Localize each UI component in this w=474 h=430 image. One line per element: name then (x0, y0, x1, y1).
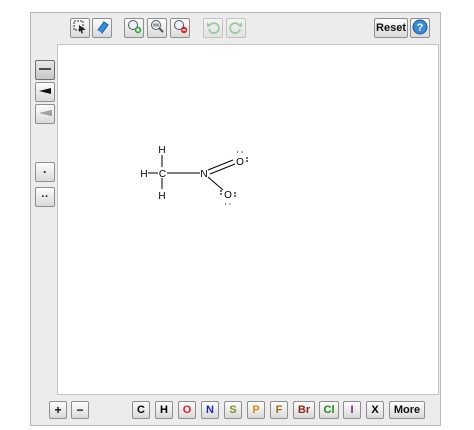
element-x-button[interactable]: X (366, 401, 384, 419)
atom-o-bottom[interactable]: O (224, 190, 232, 201)
element-f-button[interactable]: F (270, 401, 288, 419)
atom-c[interactable]: C (159, 169, 166, 180)
eraser-icon (95, 20, 109, 37)
single-bond-icon (38, 64, 52, 77)
decrease-charge-button[interactable]: − (71, 401, 89, 419)
bottom-toolbar: + − C H O N S P F Br Cl I X More (31, 395, 440, 425)
lone-pair-dot (220, 190, 222, 192)
lone-pair-label: ·· (41, 191, 49, 203)
arrow-cursor-icon (73, 20, 87, 37)
help-label: ? (417, 22, 424, 34)
bond-n-o-single[interactable] (207, 176, 224, 191)
lone-pair-o-top: : (234, 151, 245, 154)
element-label: F (275, 404, 283, 416)
bond-n-o-double-b[interactable] (209, 163, 236, 175)
element-label: P (252, 404, 260, 416)
plus-label: + (54, 403, 62, 417)
redo-icon (229, 20, 243, 37)
zoom-in-button[interactable] (124, 18, 144, 38)
element-label: S (229, 404, 237, 416)
element-c-button[interactable]: C (132, 401, 150, 419)
help-icon: ? (412, 19, 428, 38)
hash-bond-icon (38, 108, 52, 121)
left-toolbar: · ·· (31, 44, 57, 397)
element-o-button[interactable]: O (178, 401, 196, 419)
lone-pair-dot (246, 160, 248, 162)
more-elements-button[interactable]: More (389, 401, 425, 419)
eraser-tool-button[interactable] (92, 18, 112, 38)
molecule-drawing: H H C H N O O : : (140, 145, 248, 206)
zoom-reset-icon (150, 19, 165, 37)
increase-charge-button[interactable]: + (49, 401, 67, 419)
element-label: H (160, 404, 168, 416)
element-label: O (182, 404, 192, 416)
drawing-editor: Reset ? · ·· H H C H N O O:: + − C H O… (30, 12, 441, 426)
atom-o-top[interactable]: O (236, 157, 244, 168)
element-label: I (350, 404, 354, 416)
lone-pair-dot (220, 193, 222, 195)
zoom-reset-button[interactable] (147, 18, 167, 38)
element-i-button[interactable]: I (343, 401, 361, 419)
lone-pair-dot (234, 195, 236, 197)
wedge-bond-button[interactable] (35, 82, 55, 102)
lone-pair-dot (234, 192, 236, 194)
radical-dot-button[interactable]: · (35, 162, 55, 182)
zoom-out-icon (173, 19, 188, 37)
lone-pair-dot (246, 157, 248, 159)
element-h-button[interactable]: H (155, 401, 173, 419)
zoom-in-icon (127, 19, 142, 37)
atom-n[interactable]: N (200, 169, 207, 180)
more-label: More (393, 404, 421, 416)
minus-label: − (76, 403, 84, 417)
atom-h-left[interactable]: H (140, 169, 147, 180)
element-p-button[interactable]: P (247, 401, 265, 419)
element-cl-button[interactable]: Cl (319, 401, 339, 419)
wedge-bond-icon (38, 86, 52, 99)
single-bond-button[interactable] (35, 60, 55, 80)
element-label: N (206, 404, 214, 416)
element-label: Br (297, 404, 311, 416)
lone-pair-button[interactable]: ·· (35, 187, 55, 207)
element-s-button[interactable]: S (224, 401, 242, 419)
help-button[interactable]: ? (410, 18, 430, 38)
redo-button[interactable] (226, 18, 246, 38)
undo-icon (206, 20, 220, 37)
top-toolbar: Reset ? (31, 13, 440, 44)
radical-dot-label: · (43, 165, 47, 179)
atom-h-top[interactable]: H (158, 145, 165, 156)
drawing-canvas[interactable]: H H C H N O O : : (57, 44, 439, 395)
bond-n-o-double-a[interactable] (207, 159, 234, 171)
undo-button[interactable] (203, 18, 223, 38)
element-br-button[interactable]: Br (293, 401, 315, 419)
element-label: Cl (323, 404, 335, 416)
element-label: X (371, 404, 379, 416)
select-tool-button[interactable] (70, 18, 90, 38)
atom-h-bottom[interactable]: H (158, 191, 165, 202)
element-label: C (137, 404, 145, 416)
lone-pair-o-bottom: : (222, 203, 233, 206)
reset-button-label: Reset (376, 22, 406, 34)
hash-bond-button[interactable] (35, 104, 55, 124)
zoom-out-button[interactable] (170, 18, 190, 38)
element-n-button[interactable]: N (201, 401, 219, 419)
reset-button[interactable]: Reset (374, 18, 408, 38)
